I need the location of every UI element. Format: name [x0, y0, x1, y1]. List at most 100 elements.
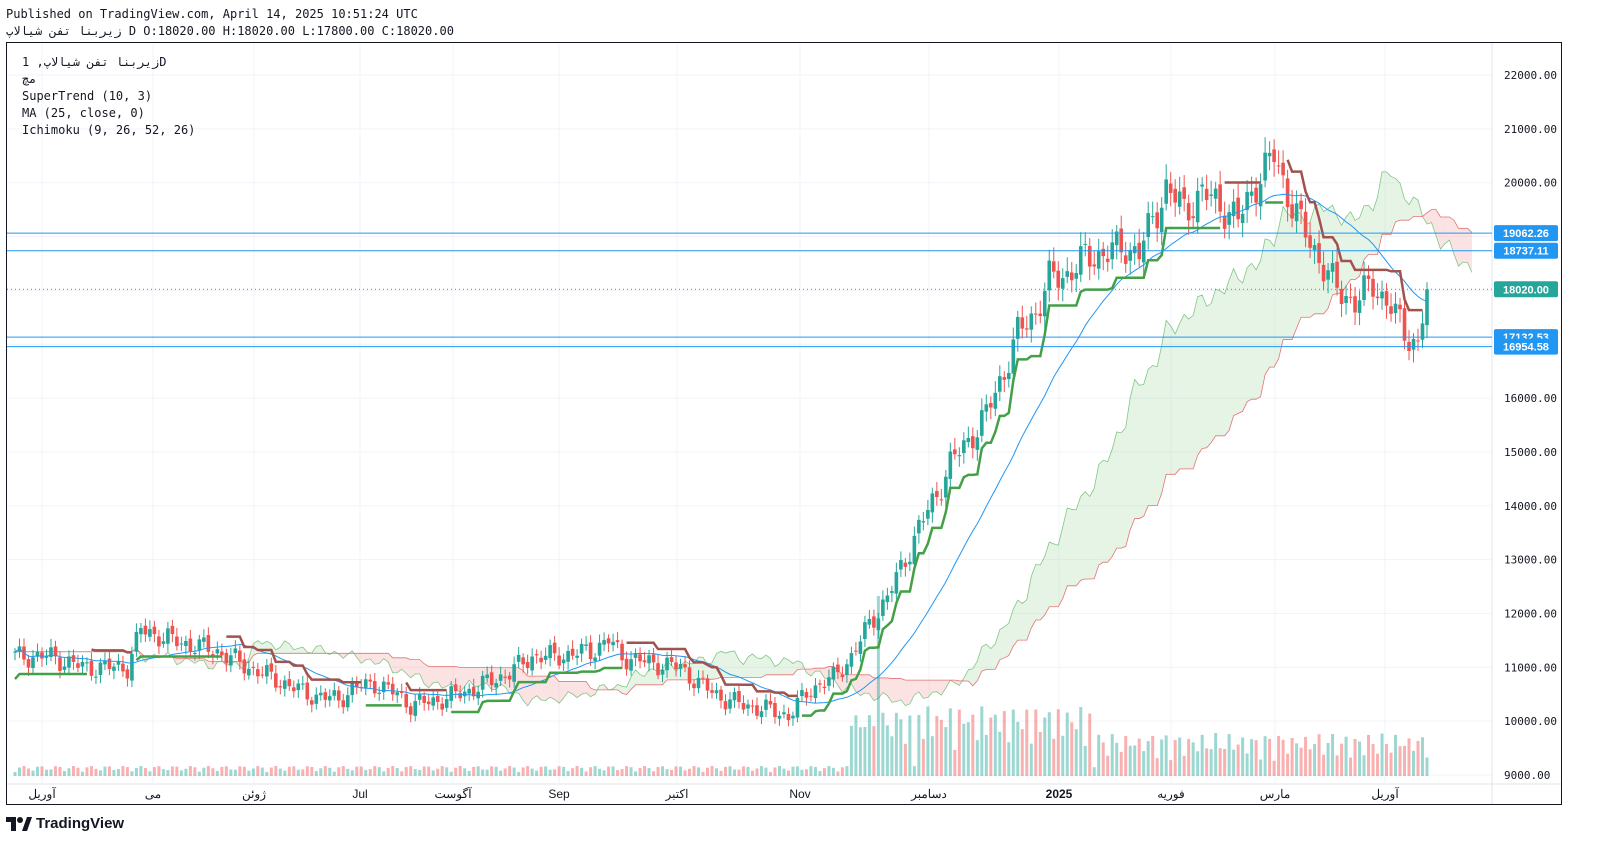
- candle-body[interactable]: [791, 715, 795, 719]
- candle-body[interactable]: [1411, 338, 1416, 350]
- candle-body[interactable]: [274, 673, 278, 688]
- candle-body[interactable]: [287, 679, 292, 687]
- candle-body[interactable]: [534, 654, 539, 656]
- candle-body[interactable]: [1002, 377, 1007, 380]
- candle-body[interactable]: [827, 677, 831, 686]
- candle-body[interactable]: [166, 628, 170, 644]
- candle-body[interactable]: [1132, 246, 1137, 254]
- candle-body[interactable]: [714, 690, 719, 694]
- candle-body[interactable]: [845, 664, 849, 675]
- candle-body[interactable]: [157, 636, 161, 647]
- candle-body[interactable]: [1344, 295, 1348, 303]
- candle-body[interactable]: [440, 703, 444, 710]
- candle-body[interactable]: [809, 695, 813, 697]
- candle-body[interactable]: [584, 644, 588, 646]
- candle-body[interactable]: [908, 561, 912, 565]
- candle-body[interactable]: [858, 641, 863, 654]
- candle-body[interactable]: [894, 572, 899, 594]
- candle-body[interactable]: [449, 686, 453, 701]
- candle-body[interactable]: [579, 643, 584, 654]
- candle-body[interactable]: [256, 669, 260, 677]
- candle-body[interactable]: [539, 657, 543, 663]
- candle-body[interactable]: [193, 653, 197, 655]
- candle-body[interactable]: [602, 640, 606, 645]
- candle-body[interactable]: [764, 699, 768, 710]
- candle-body[interactable]: [935, 491, 939, 498]
- candle-body[interactable]: [395, 692, 400, 696]
- candle-body[interactable]: [741, 702, 746, 710]
- candle-body[interactable]: [1128, 249, 1133, 261]
- candle-body[interactable]: [62, 666, 67, 670]
- candle-body[interactable]: [462, 691, 467, 697]
- candle-body[interactable]: [611, 641, 615, 646]
- candle-body[interactable]: [300, 683, 305, 685]
- candle-body[interactable]: [71, 655, 76, 662]
- candle-body[interactable]: [620, 643, 624, 661]
- candle-body[interactable]: [575, 655, 579, 658]
- candle-body[interactable]: [377, 692, 382, 694]
- candle-body[interactable]: [58, 657, 62, 671]
- candle-body[interactable]: [1362, 275, 1366, 301]
- candle-body[interactable]: [426, 701, 431, 705]
- candle-body[interactable]: [980, 410, 984, 436]
- candle-body[interactable]: [813, 685, 818, 699]
- candle-body[interactable]: [220, 651, 224, 656]
- candle-body[interactable]: [336, 690, 341, 701]
- candle-body[interactable]: [710, 690, 714, 693]
- candle-body[interactable]: [453, 684, 458, 692]
- candle-body[interactable]: [948, 451, 953, 479]
- candle-body[interactable]: [1065, 271, 1070, 277]
- candle-body[interactable]: [755, 705, 759, 716]
- candle-body[interactable]: [687, 667, 692, 684]
- candle-body[interactable]: [170, 625, 175, 635]
- candle-body[interactable]: [296, 683, 301, 691]
- candle-body[interactable]: [1173, 188, 1177, 203]
- candle-body[interactable]: [525, 661, 530, 669]
- candle-body[interactable]: [1425, 289, 1429, 326]
- candle-body[interactable]: [1083, 243, 1088, 245]
- candle-body[interactable]: [557, 655, 561, 666]
- candle-body[interactable]: [872, 616, 876, 628]
- candle-body[interactable]: [269, 663, 274, 672]
- candle-body[interactable]: [1218, 184, 1222, 212]
- candle-body[interactable]: [1312, 245, 1317, 250]
- candle-body[interactable]: [1393, 303, 1398, 314]
- candle-body[interactable]: [638, 654, 642, 662]
- candle-body[interactable]: [98, 662, 103, 676]
- candle-body[interactable]: [161, 641, 166, 644]
- candle-body[interactable]: [1191, 216, 1195, 219]
- candle-body[interactable]: [31, 657, 35, 668]
- candle-body[interactable]: [350, 682, 355, 696]
- candle-body[interactable]: [867, 618, 872, 625]
- candle-body[interactable]: [597, 642, 602, 656]
- candle-body[interactable]: [957, 455, 962, 457]
- candle-body[interactable]: [309, 700, 314, 705]
- candle-body[interactable]: [431, 697, 436, 706]
- candle-body[interactable]: [1294, 203, 1299, 222]
- candle-body[interactable]: [1339, 288, 1344, 304]
- candle-body[interactable]: [1155, 212, 1159, 229]
- candle-body[interactable]: [782, 712, 786, 715]
- candle-body[interactable]: [1006, 372, 1011, 380]
- candle-body[interactable]: [786, 713, 791, 721]
- candle-body[interactable]: [629, 659, 633, 671]
- candle-body[interactable]: [926, 509, 930, 519]
- candle-body[interactable]: [516, 654, 521, 662]
- candle-body[interactable]: [512, 664, 516, 682]
- candle-body[interactable]: [993, 392, 998, 409]
- candle-body[interactable]: [283, 680, 287, 689]
- candle-body[interactable]: [615, 640, 620, 643]
- candle-body[interactable]: [588, 642, 593, 660]
- candle-body[interactable]: [1123, 255, 1128, 264]
- candle-body[interactable]: [728, 699, 732, 709]
- candle-body[interactable]: [732, 691, 737, 701]
- candle-body[interactable]: [323, 692, 328, 700]
- candle-body[interactable]: [422, 695, 427, 703]
- candle-body[interactable]: [885, 595, 890, 603]
- candle-body[interactable]: [363, 679, 368, 688]
- candle-body[interactable]: [1195, 190, 1200, 223]
- candle-body[interactable]: [651, 654, 656, 663]
- candle-body[interactable]: [566, 650, 570, 662]
- candle-body[interactable]: [233, 648, 238, 654]
- candle-body[interactable]: [1105, 258, 1110, 262]
